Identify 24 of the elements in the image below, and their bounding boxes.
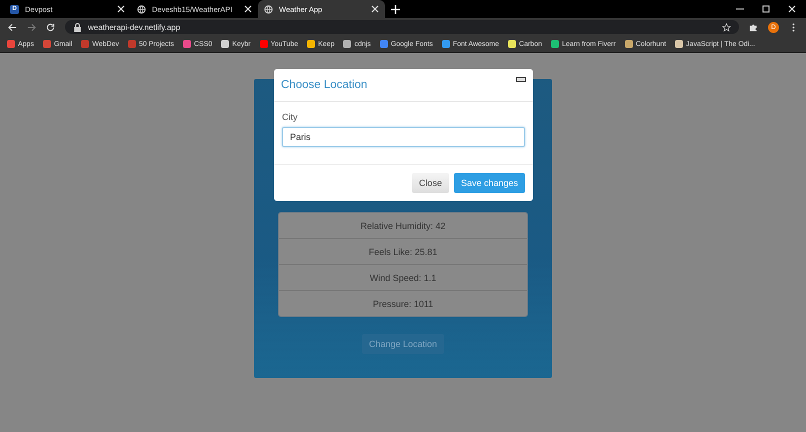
new-tab-icon[interactable] (391, 5, 400, 14)
close-tab-icon[interactable] (244, 5, 252, 13)
city-field[interactable]: Paris (282, 127, 525, 147)
globe-icon (264, 4, 273, 14)
star-icon[interactable] (722, 22, 731, 32)
close-tab-icon[interactable] (117, 5, 125, 13)
field-label: City (282, 112, 298, 122)
back-icon[interactable] (8, 22, 17, 32)
close-window-icon[interactable] (788, 5, 796, 13)
lock-icon (73, 22, 82, 32)
close-icon[interactable] (516, 77, 526, 82)
globe-icon (137, 4, 146, 14)
reload-icon[interactable] (46, 22, 55, 32)
restore-icon[interactable] (762, 5, 770, 13)
puzzle-icon[interactable] (749, 22, 758, 32)
detail-row: Feels Like: 25.81 (279, 238, 527, 264)
modal-title: Choose Location (281, 79, 368, 91)
detail-row: Wind Speed: 1.1 (279, 264, 527, 290)
close-button[interactable]: Close (412, 173, 449, 193)
close-tab-icon[interactable] (371, 5, 379, 13)
detail-row: Pressure: 1011 (279, 290, 527, 316)
address-bar[interactable]: weatherapi-dev.netlify.app (65, 20, 739, 34)
forward-icon[interactable] (27, 22, 36, 32)
detail-row-text: Relative Humidity: 42 (359, 220, 447, 233)
